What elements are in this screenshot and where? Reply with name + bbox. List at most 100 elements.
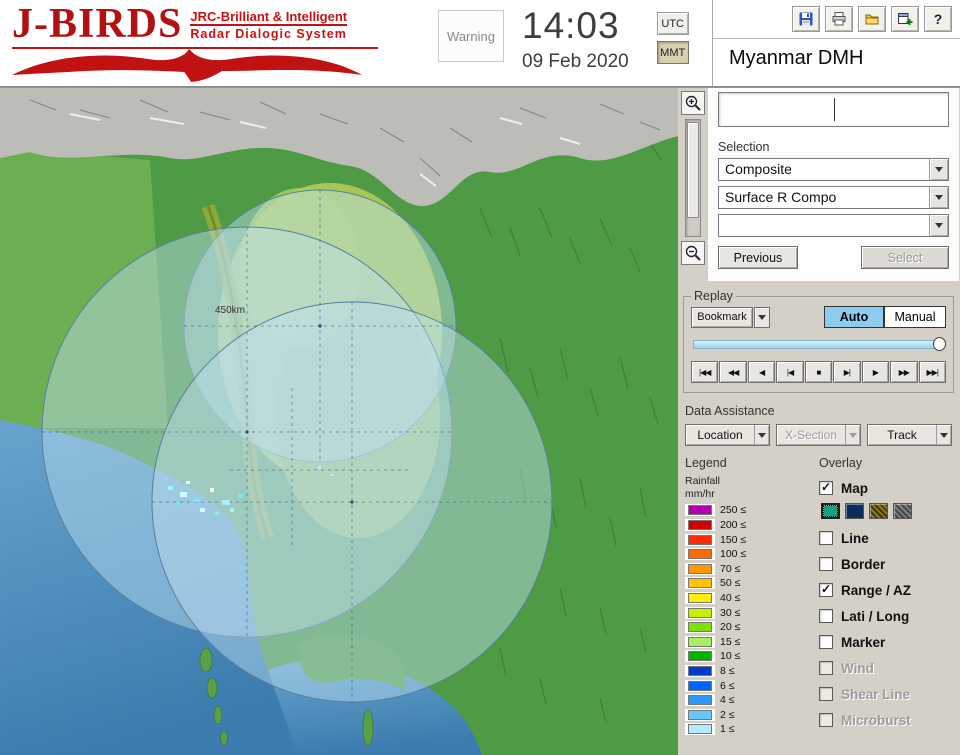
zoom-out-button[interactable]: [681, 241, 705, 265]
legend-row: 100 ≤: [685, 547, 803, 562]
track-button[interactable]: Track: [867, 424, 952, 446]
previous-button[interactable]: Previous: [718, 246, 798, 269]
microburst-checkbox: [819, 713, 833, 727]
auto-mode-button[interactable]: Auto: [824, 306, 884, 328]
sidebar: Selection Composite Surface R Compo Prev…: [678, 88, 959, 755]
logo-tagline: JRC-Brilliant & Intelligent Radar Dialog…: [190, 9, 348, 41]
legend-row: 50 ≤: [685, 576, 803, 591]
zoom-slider[interactable]: [685, 119, 701, 237]
utc-button[interactable]: UTC: [656, 12, 689, 35]
overlay-item-shear-line: Shear Line: [819, 681, 953, 707]
help-button[interactable]: ?: [924, 6, 952, 32]
overlay-item-wind: Wind: [819, 655, 953, 681]
chevron-down-icon[interactable]: [936, 425, 951, 445]
playback-play-reverse-button[interactable]: ◀: [747, 361, 776, 383]
playback-stop-button[interactable]: ■: [804, 361, 833, 383]
playback-fast-rewind-button[interactable]: ◀◀: [719, 361, 747, 383]
select-button[interactable]: Select: [861, 246, 949, 269]
map-style-dark-blue-swatch[interactable]: [845, 503, 864, 519]
chevron-down-icon[interactable]: [754, 425, 769, 445]
legend-swatch: [688, 520, 712, 531]
zoom-slider-thumb[interactable]: [687, 122, 699, 218]
save-button[interactable]: [792, 6, 820, 32]
legend-scale: 250 ≤ 200 ≤ 150 ≤ 100 ≤ 70 ≤ 50 ≤ 40 ≤ 3…: [685, 503, 803, 737]
replay-label: Replay: [694, 289, 733, 303]
legend-swatch: [688, 709, 712, 720]
slider-thumb[interactable]: [933, 337, 946, 351]
toolbar: ?: [713, 0, 960, 39]
legend-row: 2 ≤: [685, 708, 803, 723]
text-caret: [833, 98, 835, 121]
overlay-label: Overlay: [819, 456, 863, 470]
shear-line-checkbox: [819, 687, 833, 701]
bookmark-dropdown-arrow[interactable]: [754, 306, 770, 328]
playback-jump-end-button[interactable]: ▶▶|: [918, 361, 946, 383]
extra-dropdown[interactable]: [718, 214, 949, 237]
overlay-item-border[interactable]: Border: [819, 551, 953, 577]
legend-swatch: [688, 505, 712, 516]
range-az-checkbox[interactable]: ✓: [819, 583, 833, 597]
wind-checkbox: [819, 661, 833, 675]
lati-long-checkbox[interactable]: [819, 609, 833, 623]
slider-track[interactable]: [693, 340, 944, 349]
manual-mode-button[interactable]: Manual: [884, 306, 946, 328]
jbirds-app: J-BIRDS JRC-Brilliant & Intelligent Rada…: [0, 0, 960, 755]
playback-step-back-button[interactable]: |◀: [776, 361, 804, 383]
open-file-button[interactable]: [858, 6, 886, 32]
legend-row: 8 ≤: [685, 664, 803, 679]
radar-map[interactable]: 450km: [0, 88, 678, 755]
print-button[interactable]: [825, 6, 853, 32]
app-logo: J-BIRDS JRC-Brilliant & Intelligent Rada…: [0, 0, 378, 86]
legend-row: 1 ≤: [685, 722, 803, 737]
playback-step-forward-button[interactable]: ▶|: [833, 361, 861, 383]
bookmark-button[interactable]: Bookmark: [691, 306, 753, 328]
map-style-olive-swatch[interactable]: [869, 503, 888, 519]
range-ring-label: 450km: [215, 305, 245, 316]
overlay-item-microburst: Microburst: [819, 707, 953, 733]
marker-checkbox[interactable]: [819, 635, 833, 649]
mmt-button[interactable]: MMT: [656, 41, 689, 64]
header-right-panel: ? Myanmar DMH: [712, 0, 960, 86]
line-checkbox[interactable]: [819, 531, 833, 545]
overlay-item-lati-long[interactable]: Lati / Long: [819, 603, 953, 629]
station-input[interactable]: [718, 92, 949, 127]
floppy-disk-icon: [799, 12, 813, 26]
zoom-in-button[interactable]: [681, 91, 705, 115]
chevron-down-icon[interactable]: [845, 425, 860, 445]
x-section-button[interactable]: X-Section: [776, 424, 861, 446]
legend-swatch: [688, 534, 712, 545]
map-style-dark-gray-swatch[interactable]: [893, 503, 912, 519]
border-checkbox[interactable]: [819, 557, 833, 571]
playback-jump-start-button[interactable]: |◀◀: [691, 361, 719, 383]
legend-row: 70 ≤: [685, 562, 803, 577]
composite-dropdown[interactable]: Composite: [718, 158, 949, 181]
chevron-down-icon[interactable]: [929, 187, 948, 208]
selection-panel: Selection Composite Surface R Compo Prev…: [708, 88, 959, 281]
legend-swatch: [688, 607, 712, 618]
overlay-item-range-az[interactable]: ✓ Range / AZ: [819, 577, 953, 603]
overlay-item-map[interactable]: ✓ Map: [819, 475, 953, 501]
overlay-item-marker[interactable]: Marker: [819, 629, 953, 655]
location-button[interactable]: Location: [685, 424, 770, 446]
legend-label: Legend: [685, 456, 727, 470]
export-button[interactable]: [891, 6, 919, 32]
playback-play-button[interactable]: ▶: [861, 361, 890, 383]
timezone-toggle: UTC MMT: [656, 12, 689, 86]
magnifier-minus-icon: [685, 245, 701, 261]
map-checkbox[interactable]: ✓: [819, 481, 833, 495]
legend-row: 6 ≤: [685, 678, 803, 693]
playback-fast-forward-button[interactable]: ▶▶: [890, 361, 918, 383]
chevron-down-icon[interactable]: [929, 159, 948, 180]
overlay-item-line[interactable]: Line: [819, 525, 953, 551]
map-style-terrain-green-swatch[interactable]: [821, 503, 840, 519]
legend-panel: Legend Rainfall mm/hr 250 ≤ 200 ≤ 150 ≤ …: [685, 456, 803, 737]
legend-row: 250 ≤: [685, 503, 803, 518]
product-dropdown[interactable]: Surface R Compo: [718, 186, 949, 209]
chevron-down-icon[interactable]: [929, 215, 948, 236]
question-mark-icon: ?: [933, 11, 943, 27]
overlay-panel: Overlay ✓ Map Line Border ✓ Range / AZ L…: [819, 456, 953, 737]
replay-timeline-slider[interactable]: [693, 337, 946, 352]
legend-row: 30 ≤: [685, 605, 803, 620]
station-name: Myanmar DMH: [729, 47, 864, 69]
warning-button[interactable]: Warning: [438, 10, 504, 62]
